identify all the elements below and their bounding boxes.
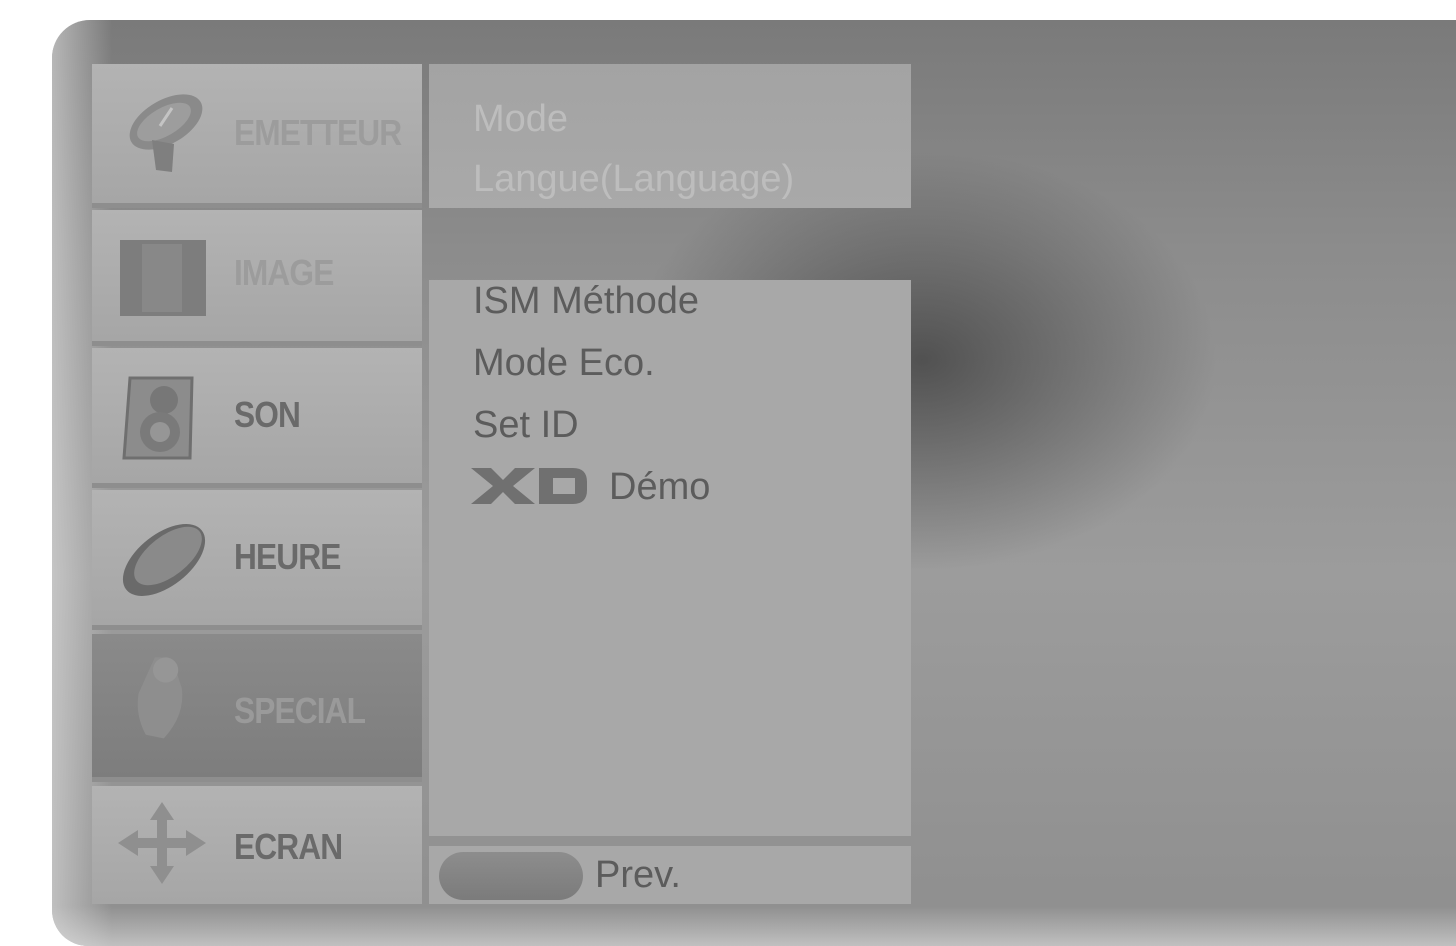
category-special[interactable]: SPECIAL [92, 634, 422, 782]
option-demo[interactable]: Démo [609, 466, 710, 509]
category-label: SON [234, 394, 301, 435]
option-langue[interactable]: Langue(Language) [473, 158, 794, 201]
xd-logo[interactable] [469, 466, 589, 506]
option-mode-eco[interactable]: Mode Eco. [473, 342, 655, 385]
option-mode[interactable]: Mode [473, 98, 568, 141]
option-set-id[interactable]: Set ID [473, 404, 579, 447]
options-panel-top: Mode Langue(Language) [429, 64, 911, 208]
category-emetteur[interactable]: EMETTEUR [92, 64, 422, 208]
satellite-dish-icon [129, 94, 203, 172]
footer-bar: Prev. [429, 846, 911, 904]
options-panel: ISM Méthode Mode Eco. Set ID Démo [429, 280, 911, 836]
option-ism-methode[interactable]: ISM Méthode [473, 280, 699, 323]
speaker-icon [122, 376, 194, 460]
category-label: EMETTEUR [234, 112, 402, 153]
clock-icon [122, 524, 206, 596]
picture-icon [120, 240, 206, 316]
category-son[interactable]: SON [92, 348, 422, 488]
tv-osd-screen: EMETTEUR IMAGE SON HEURE SPECIAL ECRAN M… [52, 20, 1456, 946]
category-ecran[interactable]: ECRAN [92, 786, 422, 904]
category-label: ECRAN [234, 826, 343, 867]
category-label: HEURE [234, 536, 341, 577]
category-image[interactable]: IMAGE [92, 210, 422, 346]
category-heure[interactable]: HEURE [92, 490, 422, 630]
category-label: SPECIAL [234, 690, 366, 731]
prev-label: Prev. [595, 854, 681, 896]
category-label: IMAGE [234, 252, 334, 293]
hand-icon [137, 657, 183, 739]
prev-key-icon[interactable] [439, 852, 583, 900]
move-arrows-icon [118, 802, 206, 884]
